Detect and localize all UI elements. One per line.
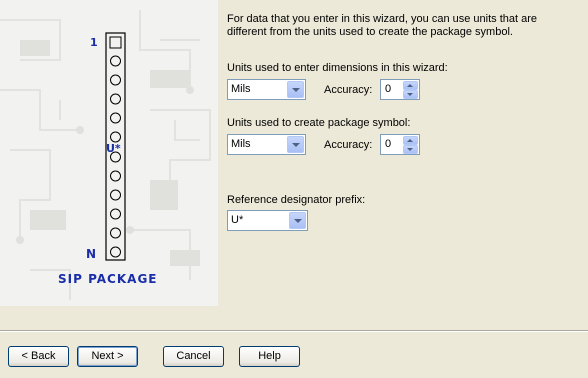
refdes-marker: U* (106, 142, 121, 155)
pin-circle (110, 55, 121, 67)
back-button[interactable]: < Back (8, 346, 69, 367)
symbol-accuracy-spinner[interactable]: 0 (380, 134, 420, 155)
pin-circle (110, 74, 121, 86)
pin-circle (110, 170, 121, 182)
wizard-units-value: Mils (231, 83, 251, 95)
symbol-units-value: Mils (231, 138, 251, 150)
spin-up-icon[interactable] (403, 136, 418, 145)
button-separator (0, 330, 588, 332)
next-button[interactable]: Next > (77, 346, 138, 367)
package-title: SIP PACKAGE (58, 272, 158, 286)
wizard-accuracy-spinner[interactable]: 0 (380, 79, 420, 100)
refdes-prefix-combobox[interactable]: U* (227, 210, 308, 231)
pin-circle (110, 112, 121, 124)
pin-circle (110, 208, 121, 220)
wizard-accuracy-value: 0 (385, 83, 392, 95)
symbol-accuracy-value: 0 (385, 138, 392, 150)
intro-text: For data that you enter in this wizard, … (227, 13, 538, 38)
chevron-down-icon[interactable] (287, 136, 304, 153)
pin-circle (110, 131, 121, 143)
wizard-units-label: Units used to enter dimensions in this w… (227, 62, 448, 74)
pin-circle (110, 189, 121, 201)
spin-down-icon[interactable] (403, 90, 418, 99)
symbol-accuracy-label: Accuracy: (324, 139, 373, 151)
help-button[interactable]: Help (239, 346, 300, 367)
spin-down-icon[interactable] (403, 145, 418, 154)
pin-first-label: 1 (90, 36, 98, 49)
pin-circle (110, 93, 121, 105)
wizard-units-dropdown[interactable]: Mils (227, 79, 306, 100)
symbol-units-label: Units used to create package symbol: (227, 117, 411, 129)
pin-circle (110, 227, 121, 239)
chevron-down-icon[interactable] (287, 81, 304, 98)
refdes-prefix-label: Reference designator prefix: (227, 194, 366, 206)
refdes-prefix-value: U* (231, 214, 244, 226)
pin-1-square (109, 36, 122, 49)
spin-up-icon[interactable] (403, 81, 418, 90)
pin-circle (110, 246, 121, 258)
symbol-units-dropdown[interactable]: Mils (227, 134, 306, 155)
wizard-accuracy-label: Accuracy: (324, 84, 373, 96)
pin-last-label: N (86, 247, 97, 261)
chevron-down-icon[interactable] (289, 212, 306, 229)
cancel-button[interactable]: Cancel (163, 346, 224, 367)
package-illustration: 1 U* N SIP PACKAGE (0, 0, 218, 306)
